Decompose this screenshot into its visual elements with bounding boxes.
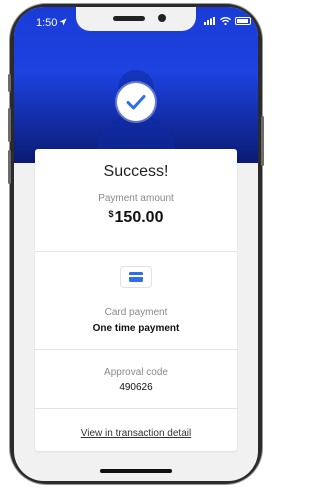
- amount-value: 150.00: [114, 209, 164, 226]
- credit-card-icon: [121, 267, 151, 287]
- power-button: [261, 116, 264, 166]
- phone-screen: 1:50 Success! Payment amount $150.00 Car…: [14, 7, 258, 481]
- volume-up-button: [8, 108, 11, 142]
- location-arrow-icon: [59, 18, 67, 26]
- battery-icon: [235, 17, 251, 25]
- payment-amount: $150.00: [35, 209, 237, 227]
- detail-link-row: View in transaction detail: [35, 423, 237, 441]
- camera-icon: [158, 14, 166, 22]
- speaker-icon: [113, 16, 145, 21]
- home-indicator[interactable]: [100, 469, 172, 473]
- currency-symbol: $: [108, 209, 114, 219]
- payment-method-label: Card payment: [104, 307, 168, 318]
- status-bar: 1:50: [14, 7, 258, 35]
- success-title: Success!: [103, 163, 169, 180]
- notch: [76, 7, 196, 31]
- success-check-icon: [117, 83, 155, 121]
- volume-down-button: [8, 150, 11, 184]
- status-time: 1:50: [36, 17, 58, 29]
- payment-amount-label: Payment amount: [98, 193, 174, 204]
- divider: [35, 349, 237, 350]
- signal-icon: [204, 17, 215, 25]
- divider: [35, 408, 237, 409]
- receipt-card: Success! Payment amount $150.00 Card pay…: [35, 149, 237, 451]
- status-icons: [204, 17, 251, 25]
- side-button: [8, 74, 11, 92]
- wifi-icon: [220, 17, 231, 25]
- payment-type: One time payment: [92, 323, 180, 334]
- approval-code: 490626: [119, 382, 153, 393]
- approval-code-label: Approval code: [104, 367, 168, 378]
- view-transaction-detail-link[interactable]: View in transaction detail: [81, 428, 191, 439]
- divider: [35, 251, 237, 252]
